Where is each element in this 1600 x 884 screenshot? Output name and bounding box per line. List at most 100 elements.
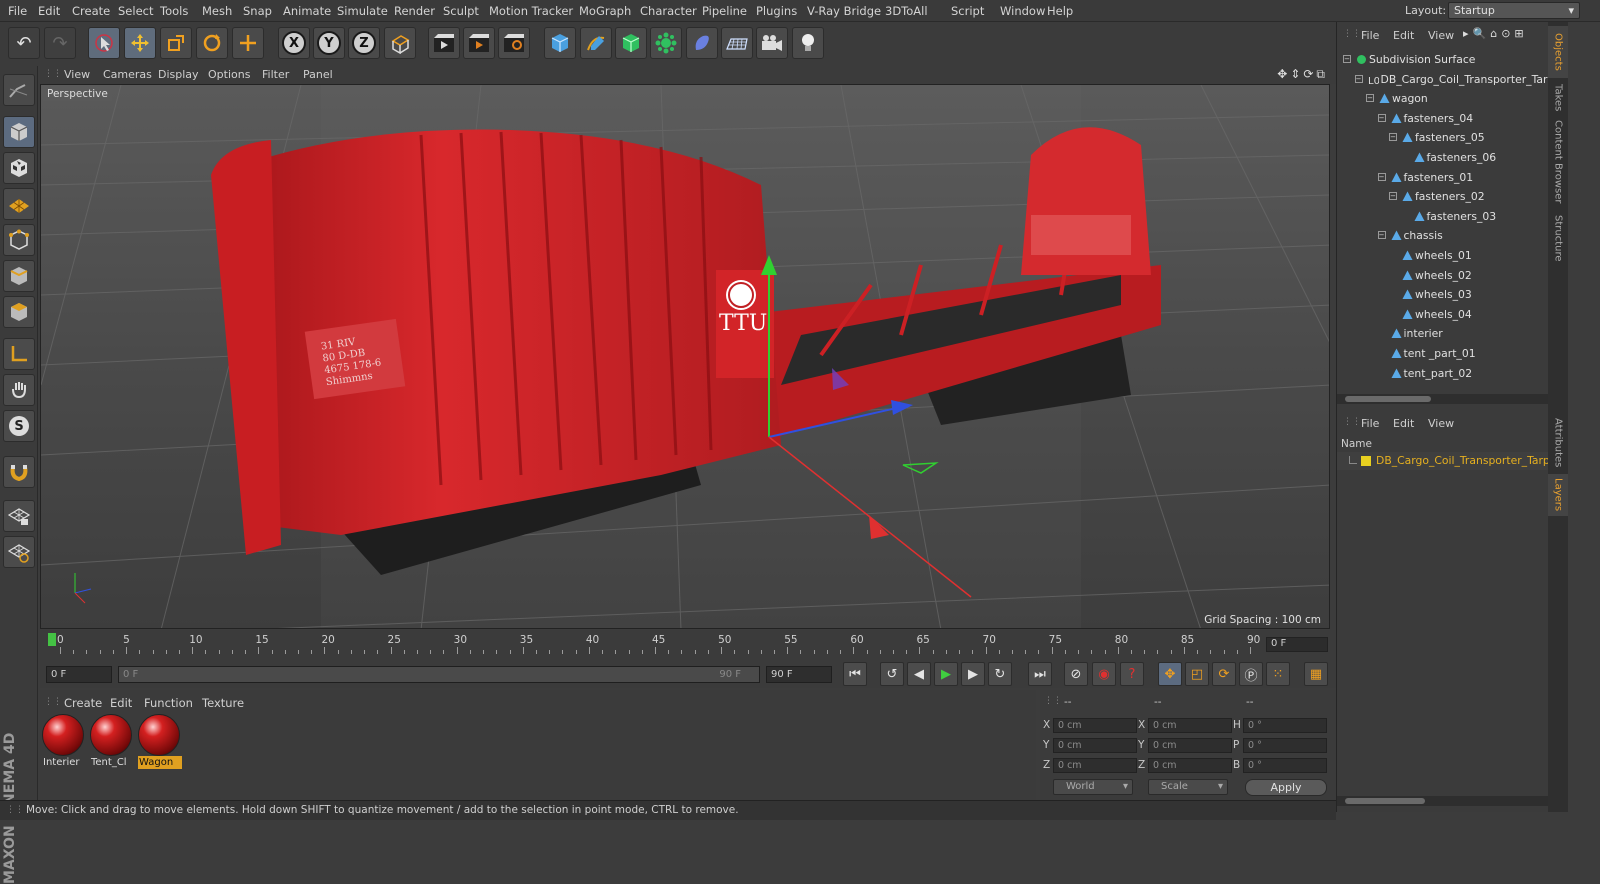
live-selection-icon[interactable]: [88, 27, 120, 59]
object-tree-item[interactable]: wheels_02: [1337, 266, 1549, 286]
tab-takes[interactable]: Takes: [1548, 80, 1568, 116]
material-menu-create[interactable]: Create: [64, 696, 102, 710]
collapse-icon[interactable]: −: [1377, 113, 1386, 122]
model-mode-icon[interactable]: [3, 116, 35, 148]
viewport-menu-view[interactable]: View: [64, 68, 90, 81]
menu-character[interactable]: Character: [640, 4, 697, 18]
object-tree-item[interactable]: tent_part_02: [1337, 364, 1549, 384]
coord-size-field[interactable]: 0 cm: [1148, 718, 1232, 733]
coord-position-field[interactable]: 0 cm: [1053, 738, 1137, 753]
object-tree-item[interactable]: fasteners_03: [1337, 207, 1549, 227]
menu-motion-tracker[interactable]: Motion Tracker: [489, 4, 573, 18]
menu-help[interactable]: Help: [1047, 4, 1073, 18]
scroll-thumb[interactable]: [1345, 798, 1425, 804]
material-menu-texture[interactable]: Texture: [202, 696, 244, 710]
object-tree-item[interactable]: − fasteners_02: [1337, 187, 1549, 207]
camera-icon[interactable]: [756, 27, 788, 59]
material-wagon[interactable]: Wagon: [138, 714, 182, 770]
material-menu-edit[interactable]: Edit: [110, 696, 132, 710]
edges-mode-icon[interactable]: [3, 260, 35, 292]
go-to-end-icon[interactable]: ⏭: [1028, 662, 1052, 686]
render-view-icon[interactable]: [428, 27, 460, 59]
deformer-icon[interactable]: [686, 27, 718, 59]
object-tree-item[interactable]: tent _part_01: [1337, 344, 1549, 364]
apply-button[interactable]: Apply: [1245, 779, 1327, 796]
max-frame-field[interactable]: 90 F: [766, 666, 832, 683]
scroll-thumb[interactable]: [1345, 396, 1431, 402]
snap-icon[interactable]: [3, 456, 35, 488]
timeline-window-icon[interactable]: ▦: [1304, 662, 1328, 686]
menu-sculpt[interactable]: Sculpt: [443, 4, 479, 18]
texture-mode-icon[interactable]: [3, 152, 35, 184]
rotate-tool-icon[interactable]: [196, 27, 228, 59]
layout-select[interactable]: Startup ▾: [1448, 2, 1580, 19]
menu-simulate[interactable]: Simulate: [337, 4, 388, 18]
collapse-icon[interactable]: −: [1389, 133, 1397, 142]
previous-frame-icon[interactable]: ◀: [907, 662, 931, 686]
key-pla-icon[interactable]: ⁙: [1266, 662, 1290, 686]
solo-icon[interactable]: S: [3, 410, 35, 442]
material-menu-function[interactable]: Function: [144, 696, 193, 710]
record-active-icon[interactable]: ◉: [1092, 662, 1116, 686]
render-settings-icon[interactable]: [498, 27, 530, 59]
key-position-icon[interactable]: ✥: [1158, 662, 1182, 686]
axis-mode-icon[interactable]: [3, 338, 35, 370]
key-param-icon[interactable]: Ⓟ: [1239, 662, 1263, 686]
menu-3dtoall[interactable]: 3DToAll: [885, 4, 928, 18]
object-tree-item[interactable]: wheels_03: [1337, 285, 1549, 305]
frame-range-slider[interactable]: 0 F 90 F: [118, 666, 760, 683]
points-mode-icon[interactable]: [3, 224, 35, 256]
render-to-picture-viewer-icon[interactable]: [463, 27, 495, 59]
recent-tool-icon[interactable]: [232, 27, 264, 59]
object-tree-item[interactable]: − Subdivision Surface: [1337, 50, 1549, 70]
object-manager-nav-icons[interactable]: ▸🔍⌂⊙⊞: [1463, 27, 1528, 40]
viewport-menu-panel[interactable]: Panel: [303, 68, 333, 81]
subdivision-surface-icon[interactable]: [615, 27, 647, 59]
cube-primitive-icon[interactable]: [544, 27, 576, 59]
menu-snap[interactable]: Snap: [243, 4, 272, 18]
menu-render[interactable]: Render: [394, 4, 435, 18]
coord-space-dropdown[interactable]: World ▾: [1053, 779, 1133, 795]
floor-icon[interactable]: [721, 27, 753, 59]
layers-menu-file[interactable]: File: [1361, 417, 1379, 430]
collapse-icon[interactable]: −: [1343, 55, 1351, 63]
current-frame-field[interactable]: 0 F: [46, 666, 112, 683]
object-tree-item[interactable]: − L0 DB_Cargo_Coil_Transporter_Tarp: [1337, 70, 1549, 90]
polygons-mode-icon[interactable]: [3, 296, 35, 328]
objects-menu-edit[interactable]: Edit: [1393, 29, 1414, 42]
previous-key-icon[interactable]: ↺: [880, 662, 904, 686]
key-scale-icon[interactable]: ◰: [1185, 662, 1209, 686]
tab-layers[interactable]: Layers: [1548, 474, 1568, 516]
object-tree-item[interactable]: interier: [1337, 324, 1549, 344]
menu-mograph[interactable]: MoGraph: [579, 4, 631, 18]
menu-mesh[interactable]: Mesh: [202, 4, 232, 18]
menu-v-ray-bridge[interactable]: V-Ray Bridge: [807, 4, 881, 18]
viewport-menu-filter[interactable]: Filter: [262, 68, 289, 81]
menu-pipeline[interactable]: Pipeline: [702, 4, 747, 18]
workplane-mode-icon[interactable]: [3, 188, 35, 220]
tab-structure[interactable]: Structure: [1548, 210, 1568, 266]
viewport-3d[interactable]: 31 RIV 80 D-DB 4675 178-6 Shimmns TTU Persp…: [40, 84, 1330, 629]
record-keys-icon[interactable]: ⊘: [1064, 662, 1088, 686]
x-axis-lock-button[interactable]: X: [278, 27, 310, 59]
coord-position-field[interactable]: 0 cm: [1053, 758, 1137, 773]
autokey-icon[interactable]: ?: [1120, 662, 1144, 686]
viewport-menu-cameras[interactable]: Cameras: [103, 68, 152, 81]
lock-workplane-icon[interactable]: [3, 500, 35, 532]
next-key-icon[interactable]: ↻: [988, 662, 1012, 686]
make-editable-icon[interactable]: [3, 74, 35, 106]
layers-menu-view[interactable]: View: [1428, 417, 1454, 430]
coord-size-field[interactable]: 0 cm: [1148, 738, 1232, 753]
scale-tool-icon[interactable]: [160, 27, 192, 59]
object-tree-item[interactable]: − chassis: [1337, 226, 1549, 246]
play-icon[interactable]: ▶: [934, 662, 958, 686]
objects-menu-view[interactable]: View: [1428, 29, 1454, 42]
menu-window[interactable]: Window: [1000, 4, 1045, 18]
object-tree-item[interactable]: − wagon: [1337, 89, 1549, 109]
tab-objects[interactable]: Objects: [1548, 26, 1568, 78]
go-to-start-icon[interactable]: ⏮: [843, 662, 867, 686]
object-tree-item[interactable]: wheels_01: [1337, 246, 1549, 266]
spline-pen-icon[interactable]: [580, 27, 612, 59]
object-tree-item[interactable]: − fasteners_05: [1337, 128, 1549, 148]
cloner-icon[interactable]: [650, 27, 682, 59]
